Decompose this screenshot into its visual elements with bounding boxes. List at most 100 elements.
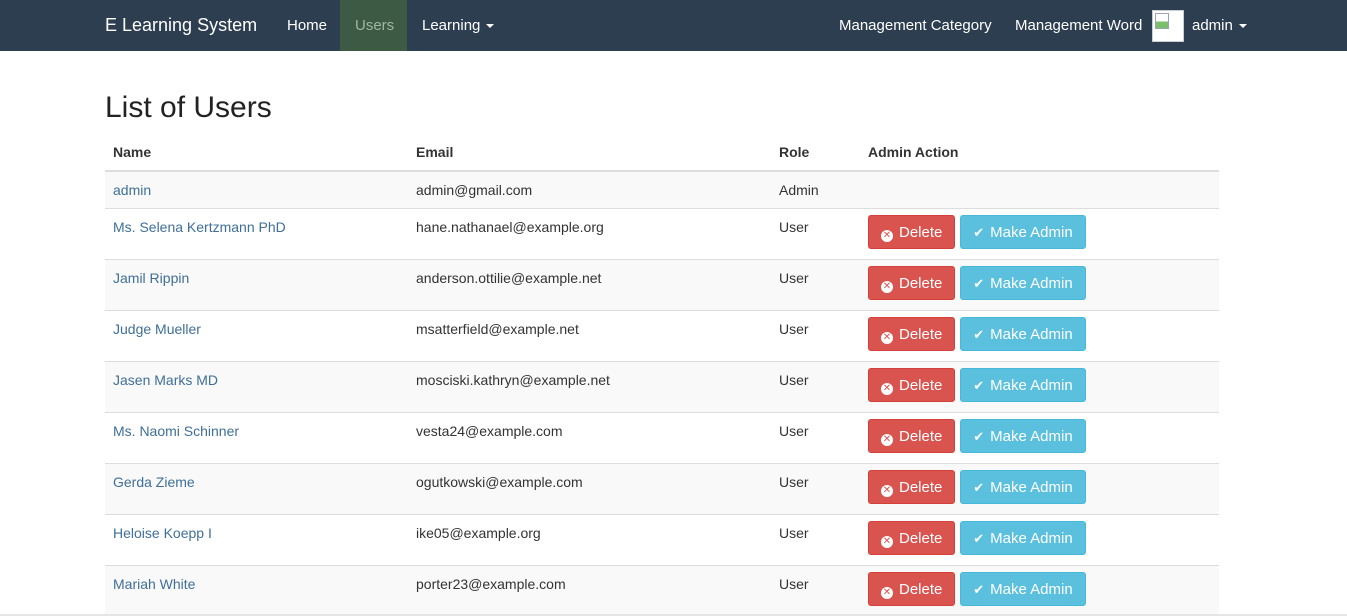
check-icon: ✔ (973, 582, 985, 598)
nav-users[interactable]: Users (340, 0, 407, 51)
make-admin-button[interactable]: ✔ Make Admin (960, 571, 1086, 606)
user-email: mosciski.kathryn@example.net (408, 360, 771, 412)
user-menu-dropdown[interactable]: admin (1177, 0, 1262, 51)
caret-down-icon (486, 24, 495, 29)
user-email: ogutkowski@example.com (408, 462, 771, 514)
times-circle-icon: ✕ (881, 535, 893, 548)
user-role: User (771, 513, 860, 565)
make-admin-label: Make Admin (990, 529, 1073, 547)
make-admin-label: Make Admin (990, 223, 1073, 241)
brand-link[interactable]: E Learning System (105, 0, 257, 51)
user-role: User (771, 411, 860, 463)
user-email: msatterfield@example.net (408, 309, 771, 361)
make-admin-button[interactable]: ✔ Make Admin (960, 469, 1086, 504)
admin-action-cell: ✕ Delete ✔ Make Admin (860, 258, 1219, 310)
times-circle-icon: ✕ (881, 586, 893, 599)
delete-button[interactable]: ✕ Delete (868, 367, 956, 402)
check-icon: ✔ (973, 378, 985, 394)
delete-label: Delete (899, 529, 943, 547)
user-name-link[interactable]: Gerda Zieme (113, 474, 195, 490)
user-email: vesta24@example.com (408, 411, 771, 463)
make-admin-button[interactable]: ✔ Make Admin (960, 418, 1086, 453)
make-admin-label: Make Admin (990, 376, 1073, 394)
user-name-link[interactable]: Judge Mueller (113, 321, 201, 337)
nav-management-category-label: Management Category (839, 17, 992, 34)
make-admin-button[interactable]: ✔ Make Admin (960, 520, 1086, 555)
times-circle-icon: ✕ (881, 484, 893, 497)
user-name-link[interactable]: Ms. Naomi Schinner (113, 423, 239, 439)
table-row: Ms. Selena Kertzmann PhD hane.nathanael@… (105, 207, 1219, 259)
table-row: Heloise Koepp I ike05@example.org User ✕… (105, 513, 1219, 565)
user-name-link[interactable]: Jamil Rippin (113, 270, 189, 286)
header-name: Name (105, 133, 408, 172)
user-role: User (771, 309, 860, 361)
delete-button[interactable]: ✕ Delete (868, 418, 956, 453)
page-title: List of Users (105, 91, 272, 124)
table-row: admin admin@gmail.com Admin (105, 170, 1219, 208)
delete-label: Delete (899, 478, 943, 496)
delete-label: Delete (899, 376, 943, 394)
nav-learning-label: Learning (422, 17, 481, 34)
table-row: Mariah White porter23@example.com User ✕… (105, 564, 1219, 616)
user-name-link[interactable]: admin (113, 182, 151, 198)
user-name-link[interactable]: Jasen Marks MD (113, 372, 218, 388)
admin-action-cell (860, 170, 1219, 208)
delete-label: Delete (899, 223, 943, 241)
table-row: Jasen Marks MD mosciski.kathryn@example.… (105, 360, 1219, 412)
make-admin-button[interactable]: ✔ Make Admin (960, 316, 1086, 351)
delete-button[interactable]: ✕ Delete (868, 469, 956, 504)
admin-action-cell: ✕ Delete ✔ Make Admin (860, 309, 1219, 361)
delete-button[interactable]: ✕ Delete (868, 571, 956, 606)
user-email: porter23@example.com (408, 564, 771, 616)
header-admin-action: Admin Action (860, 133, 1219, 172)
delete-button[interactable]: ✕ Delete (868, 265, 956, 300)
times-circle-icon: ✕ (881, 382, 893, 395)
nav-management-word[interactable]: Management Word (1000, 0, 1157, 51)
admin-action-cell: ✕ Delete ✔ Make Admin (860, 564, 1219, 616)
check-icon: ✔ (973, 429, 985, 445)
user-role: User (771, 207, 860, 259)
broken-image-icon (1155, 13, 1169, 29)
user-name-link[interactable]: Heloise Koepp I (113, 525, 212, 541)
times-circle-icon: ✕ (881, 229, 893, 242)
delete-button[interactable]: ✕ Delete (868, 316, 956, 351)
table-row: Ms. Naomi Schinner vesta24@example.com U… (105, 411, 1219, 463)
user-email: ike05@example.org (408, 513, 771, 565)
admin-action-cell: ✕ Delete ✔ Make Admin (860, 513, 1219, 565)
check-icon: ✔ (973, 327, 985, 343)
delete-label: Delete (899, 427, 943, 445)
admin-action-cell: ✕ Delete ✔ Make Admin (860, 462, 1219, 514)
admin-action-cell: ✕ Delete ✔ Make Admin (860, 360, 1219, 412)
times-circle-icon: ✕ (881, 280, 893, 293)
delete-label: Delete (899, 325, 943, 343)
make-admin-label: Make Admin (990, 274, 1073, 292)
user-email: admin@gmail.com (408, 170, 771, 208)
nav-learning-dropdown[interactable]: Learning (407, 0, 509, 51)
header-role: Role (771, 133, 860, 172)
table-row: Jamil Rippin anderson.ottilie@example.ne… (105, 258, 1219, 310)
make-admin-button[interactable]: ✔ Make Admin (960, 265, 1086, 300)
nav-management-word-label: Management Word (1015, 17, 1143, 34)
delete-button[interactable]: ✕ Delete (868, 520, 956, 555)
top-navbar: E Learning System Home Users Learning Ma… (0, 0, 1347, 51)
delete-button[interactable]: ✕ Delete (868, 214, 956, 249)
user-email: hane.nathanael@example.org (408, 207, 771, 259)
times-circle-icon: ✕ (881, 331, 893, 344)
user-role: User (771, 258, 860, 310)
make-admin-label: Make Admin (990, 427, 1073, 445)
user-name-link[interactable]: Ms. Selena Kertzmann PhD (113, 219, 286, 235)
times-circle-icon: ✕ (881, 433, 893, 446)
user-name-link[interactable]: Mariah White (113, 576, 195, 592)
user-menu-label: admin (1192, 17, 1233, 34)
user-email: anderson.ottilie@example.net (408, 258, 771, 310)
admin-action-cell: ✕ Delete ✔ Make Admin (860, 207, 1219, 259)
nav-management-category[interactable]: Management Category (824, 0, 1007, 51)
admin-action-cell: ✕ Delete ✔ Make Admin (860, 411, 1219, 463)
nav-home[interactable]: Home (272, 0, 342, 51)
make-admin-button[interactable]: ✔ Make Admin (960, 214, 1086, 249)
delete-label: Delete (899, 274, 943, 292)
user-role: Admin (771, 170, 860, 208)
user-role: User (771, 360, 860, 412)
make-admin-button[interactable]: ✔ Make Admin (960, 367, 1086, 402)
user-role: User (771, 462, 860, 514)
